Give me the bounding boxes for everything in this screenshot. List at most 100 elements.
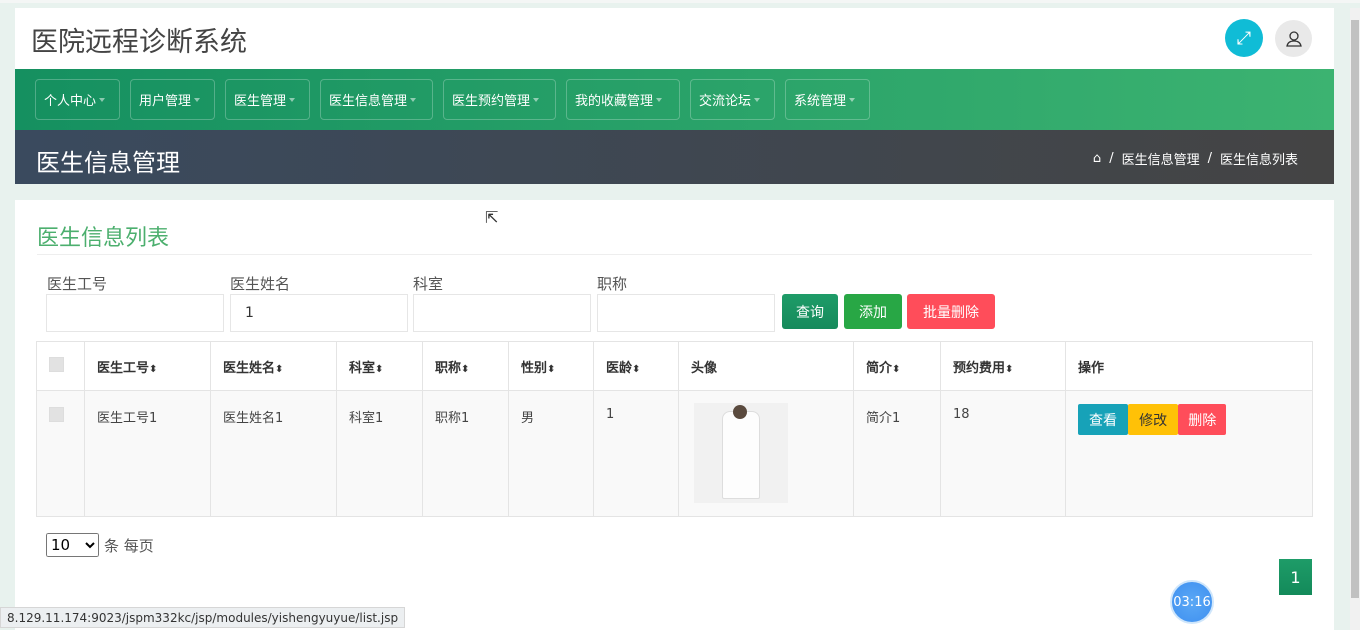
cell-title: 职称1 [422,390,509,517]
nav-label: 我的收藏管理 [575,94,654,109]
nav-system-management[interactable]: 系统管理 [785,79,870,120]
scrollbar-thumb[interactable] [1351,20,1359,598]
view-button[interactable]: 查看 [1078,404,1128,435]
nav-label: 医生管理 [234,94,287,109]
breadcrumb: ⌂ / 医生信息管理 / 医生信息列表 [1093,149,1298,168]
header-label: 简介 [866,360,893,376]
user-button[interactable] [1275,20,1312,57]
column-header[interactable]: 职称⬍ [422,341,509,391]
home-icon[interactable]: ⌂ [1093,151,1101,166]
page-size-control: 10 条 每页 [46,533,154,557]
field-label: 职称 [597,275,628,293]
nav-appointment-management[interactable]: 医生预约管理 [443,79,556,120]
add-button[interactable]: 添加 [844,294,902,329]
scrollbar[interactable] [1350,8,1360,630]
edit-button[interactable]: 修改 [1128,404,1179,435]
caret-down-icon [754,97,761,102]
title-input[interactable] [597,294,775,332]
fullscreen-button[interactable]: ⤢ [1225,19,1263,57]
breadcrumb-separator: / [1207,151,1212,166]
breadcrumb-item: 医生信息列表 [1219,153,1298,168]
breadcrumb-separator: / [1109,151,1114,166]
cell-intro: 简介1 [853,390,941,517]
column-header[interactable]: 医龄⬍ [593,341,679,391]
batch-delete-button[interactable]: 批量删除 [907,294,995,329]
doctor-name-input[interactable] [230,294,408,332]
nav-forum[interactable]: 交流论坛 [690,79,775,120]
header-label: 预约费用 [953,360,1006,376]
column-header: 操作 [1065,341,1313,391]
sort-icon: ⬍ [547,363,556,375]
cell-doctor-name: 医生姓名1 [210,390,337,517]
row-select-cell [36,390,85,517]
sort-icon: ⬍ [149,363,158,375]
nav-label: 医生信息管理 [329,94,408,109]
nav-label: 医生预约管理 [452,94,531,109]
table-row: 医生工号1 医生姓名1 科室1 职称1 男 1 简介1 18 查看 修改 删除 [36,390,1313,517]
caret-down-icon [849,97,856,102]
app-title: 医院远程诊断系统 [31,27,247,58]
sort-icon: ⬍ [275,363,284,375]
card-title: 医生信息列表 [37,226,170,251]
nav-label: 用户管理 [139,94,192,109]
cell-doctor-id: 医生工号1 [84,390,211,517]
column-header[interactable]: 医生姓名⬍ [210,341,337,391]
header-label: 医生工号 [97,360,150,376]
column-header[interactable]: 科室⬍ [336,341,423,391]
nav-label: 个人中心 [44,94,97,109]
page-1-button[interactable]: 1 [1279,559,1312,595]
header: 医院远程诊断系统 ⤢ [15,8,1334,69]
nav-doctor-info-management[interactable]: 医生信息管理 [320,79,433,120]
nav-personal-center[interactable]: 个人中心 [35,79,120,120]
page-banner: 医生信息管理 ⌂ / 医生信息管理 / 医生信息列表 [15,130,1334,184]
row-checkbox[interactable] [49,407,64,422]
column-header: 头像 [678,341,854,391]
sort-icon: ⬍ [375,363,384,375]
divider [37,254,1312,255]
user-icon [1285,30,1302,47]
sort-icon: ⬍ [892,363,901,375]
sort-icon: ⬍ [461,363,470,375]
nav-user-management[interactable]: 用户管理 [130,79,215,120]
table-header-row: 医生工号⬍ 医生姓名⬍ 科室⬍ 职称⬍ 性别⬍ 医龄⬍ 头像 简介⬍ 预约费用⬍… [36,341,1313,391]
header-label: 医生姓名 [223,360,276,376]
column-header[interactable]: 医生工号⬍ [84,341,211,391]
select-all-cell [36,341,85,391]
caret-down-icon [289,97,296,102]
header-label: 医龄 [606,360,633,376]
query-button[interactable]: 查询 [782,294,838,329]
department-input[interactable] [413,294,591,332]
page-size-select[interactable]: 10 [46,533,99,557]
cell-avatar [678,390,854,517]
header-label: 性别 [521,360,548,376]
delete-button[interactable]: 删除 [1178,404,1227,435]
column-header[interactable]: 性别⬍ [508,341,594,391]
caret-down-icon [656,97,663,102]
header-label: 职称 [435,360,462,376]
page-title: 医生信息管理 [36,149,180,177]
caret-down-icon [99,97,106,102]
doctor-id-input[interactable] [46,294,224,332]
caret-down-icon [533,97,540,102]
sort-icon: ⬍ [1005,363,1014,375]
top-strip [0,0,1360,3]
timer-badge[interactable]: 03:16 [1170,580,1214,624]
field-label: 科室 [413,275,444,293]
cell-actions: 查看 修改 删除 [1065,390,1313,517]
column-header[interactable]: 预约费用⬍ [940,341,1066,391]
cell-fee: 18 [940,390,1066,517]
doctor-table: 医生工号⬍ 医生姓名⬍ 科室⬍ 职称⬍ 性别⬍ 医龄⬍ 头像 简介⬍ 预约费用⬍… [36,341,1313,517]
caret-down-icon [194,97,201,102]
sort-icon: ⬍ [632,363,641,375]
caret-down-icon [410,97,417,102]
doctor-photo [694,403,788,503]
nav-label: 交流论坛 [699,94,752,109]
nav-label: 系统管理 [794,94,847,109]
field-label: 医生姓名 [230,275,291,293]
nav-favorites-management[interactable]: 我的收藏管理 [566,79,680,120]
column-header[interactable]: 简介⬍ [853,341,941,391]
breadcrumb-item[interactable]: 医生信息管理 [1122,149,1200,168]
cell-department: 科室1 [336,390,423,517]
nav-doctor-management[interactable]: 医生管理 [225,79,310,120]
select-all-checkbox[interactable] [49,356,64,372]
